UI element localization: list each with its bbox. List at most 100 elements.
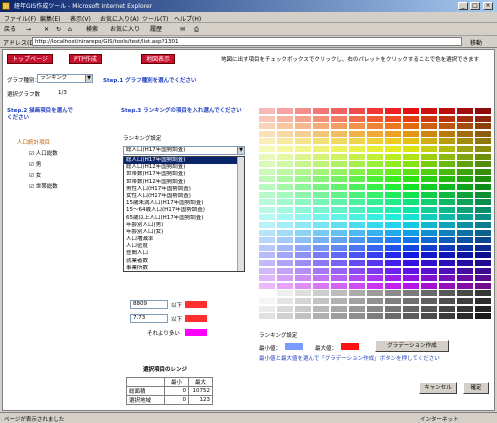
palette-cell[interactable] bbox=[403, 130, 419, 137]
palette-cell[interactable] bbox=[331, 229, 347, 236]
palette-cell[interactable] bbox=[475, 161, 491, 168]
palette-cell[interactable] bbox=[331, 176, 347, 183]
palette-cell[interactable] bbox=[259, 244, 275, 251]
palette-cell[interactable] bbox=[295, 161, 311, 168]
list-item[interactable]: 年齢別人口(女) bbox=[124, 229, 244, 236]
palette-cell[interactable] bbox=[457, 267, 473, 274]
palette-cell[interactable] bbox=[457, 153, 473, 160]
palette-cell[interactable] bbox=[475, 222, 491, 228]
palette-cell[interactable] bbox=[421, 191, 437, 198]
palette-cell[interactable] bbox=[457, 130, 473, 137]
palette-cell[interactable] bbox=[367, 222, 383, 228]
address-input[interactable]: http://localhost/nirarepo/GIS/tools/test… bbox=[32, 37, 462, 46]
palette-cell[interactable] bbox=[313, 298, 329, 304]
palette-cell[interactable] bbox=[457, 229, 473, 236]
palette-cell[interactable] bbox=[331, 199, 347, 206]
palette-cell[interactable] bbox=[367, 146, 383, 152]
palette-cell[interactable] bbox=[457, 282, 473, 289]
palette-cell[interactable] bbox=[313, 176, 329, 183]
palette-cell[interactable] bbox=[277, 252, 293, 259]
palette-cell[interactable] bbox=[421, 282, 437, 289]
palette-cell[interactable] bbox=[277, 115, 293, 122]
palette-cell[interactable] bbox=[421, 168, 437, 175]
palette-cell[interactable] bbox=[277, 108, 293, 114]
palette-cell[interactable] bbox=[295, 260, 311, 266]
palette-cell[interactable] bbox=[349, 275, 365, 282]
palette-cell[interactable] bbox=[259, 191, 275, 198]
palette-cell[interactable] bbox=[457, 305, 473, 312]
palette-cell[interactable] bbox=[475, 191, 491, 198]
palette-cell[interactable] bbox=[385, 206, 401, 213]
palette-cell[interactable] bbox=[367, 282, 383, 289]
palette-cell[interactable] bbox=[403, 305, 419, 312]
palette-cell[interactable] bbox=[259, 138, 275, 145]
palette-cell[interactable] bbox=[385, 229, 401, 236]
palette-cell[interactable] bbox=[331, 191, 347, 198]
palette-cell[interactable] bbox=[331, 206, 347, 213]
palette-cell[interactable] bbox=[367, 290, 383, 297]
palette-cell[interactable] bbox=[277, 282, 293, 289]
palette-cell[interactable] bbox=[421, 214, 437, 221]
palette-cell[interactable] bbox=[349, 237, 365, 244]
palette-cell[interactable] bbox=[457, 138, 473, 145]
palette-cell[interactable] bbox=[277, 229, 293, 236]
ranking-select[interactable]: 総人口(H17年国勢調査) ▼ bbox=[123, 146, 245, 155]
palette-cell[interactable] bbox=[367, 184, 383, 190]
palette-cell[interactable] bbox=[295, 199, 311, 206]
palette-cell[interactable] bbox=[421, 305, 437, 312]
palette-cell[interactable] bbox=[313, 184, 329, 190]
menu-view[interactable]: 表示(V) bbox=[70, 14, 91, 23]
palette-cell[interactable] bbox=[403, 244, 419, 251]
palette-cell[interactable] bbox=[403, 252, 419, 259]
palette-cell[interactable] bbox=[439, 214, 455, 221]
palette-cell[interactable] bbox=[403, 260, 419, 266]
palette-cell[interactable] bbox=[259, 298, 275, 304]
palette-cell[interactable] bbox=[385, 252, 401, 259]
tree-item[interactable]: ☑ 女 bbox=[17, 171, 58, 179]
palette-cell[interactable] bbox=[475, 313, 491, 320]
palette-cell[interactable] bbox=[403, 138, 419, 145]
palette-cell[interactable] bbox=[439, 115, 455, 122]
palette-cell[interactable] bbox=[457, 161, 473, 168]
palette-cell[interactable] bbox=[367, 237, 383, 244]
list-item[interactable]: 世帯数(H17年国勢調査) bbox=[124, 171, 244, 178]
palette-cell[interactable] bbox=[439, 222, 455, 228]
palette-cell[interactable] bbox=[403, 153, 419, 160]
palette-cell[interactable] bbox=[349, 206, 365, 213]
palette-cell[interactable] bbox=[277, 176, 293, 183]
palette-cell[interactable] bbox=[439, 244, 455, 251]
palette-cell[interactable] bbox=[295, 222, 311, 228]
palette-cell[interactable] bbox=[457, 222, 473, 228]
list-item[interactable]: 65歳以上人口(H17年国勢調査) bbox=[124, 215, 244, 222]
palette-cell[interactable] bbox=[367, 298, 383, 304]
mail-icon[interactable]: ✉ bbox=[180, 25, 185, 34]
palette-cell[interactable] bbox=[295, 146, 311, 152]
palette-cell[interactable] bbox=[349, 260, 365, 266]
palette-cell[interactable] bbox=[475, 206, 491, 213]
palette-cell[interactable] bbox=[259, 214, 275, 221]
palette-cell[interactable] bbox=[367, 260, 383, 266]
palette-cell[interactable] bbox=[331, 222, 347, 228]
go-button[interactable]: 移動 bbox=[470, 38, 482, 47]
palette-cell[interactable] bbox=[457, 199, 473, 206]
palette-cell[interactable] bbox=[475, 115, 491, 122]
palette-cell[interactable] bbox=[313, 267, 329, 274]
palette-cell[interactable] bbox=[367, 168, 383, 175]
palette-cell[interactable] bbox=[475, 184, 491, 190]
palette-cell[interactable] bbox=[403, 313, 419, 320]
graph-type-select[interactable]: ランキング ▼ bbox=[37, 74, 93, 83]
palette-cell[interactable] bbox=[475, 275, 491, 282]
palette-cell[interactable] bbox=[331, 267, 347, 274]
palette-cell[interactable] bbox=[457, 290, 473, 297]
palette-cell[interactable] bbox=[439, 108, 455, 114]
palette-cell[interactable] bbox=[385, 146, 401, 152]
palette-cell[interactable] bbox=[385, 123, 401, 130]
palette-cell[interactable] bbox=[367, 115, 383, 122]
palette-cell[interactable] bbox=[259, 176, 275, 183]
palette-cell[interactable] bbox=[349, 115, 365, 122]
palette-cell[interactable] bbox=[331, 138, 347, 145]
palette-cell[interactable] bbox=[403, 123, 419, 130]
palette-cell[interactable] bbox=[421, 199, 437, 206]
palette-cell[interactable] bbox=[295, 252, 311, 259]
palette-cell[interactable] bbox=[457, 184, 473, 190]
